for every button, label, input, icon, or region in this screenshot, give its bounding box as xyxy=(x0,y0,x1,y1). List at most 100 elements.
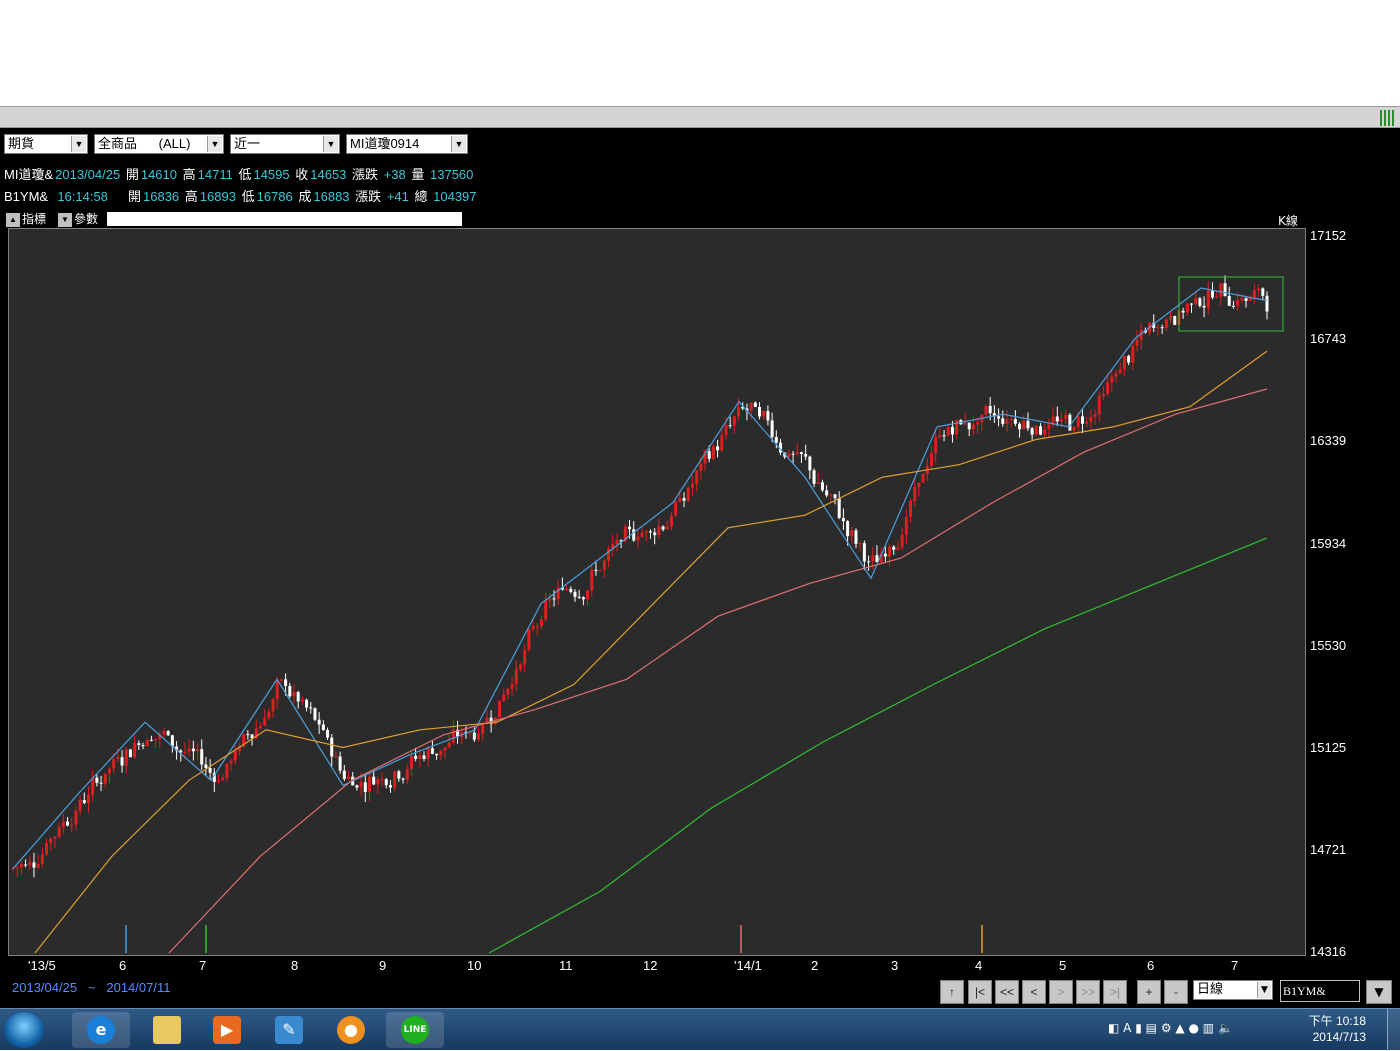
candle-body xyxy=(1169,316,1173,320)
candle-body xyxy=(112,759,116,769)
date-range: 2013/04/25 ~ 2014/07/11 xyxy=(12,980,170,995)
candle-body xyxy=(867,561,871,563)
candle-body xyxy=(816,482,820,484)
candle-body xyxy=(418,755,422,759)
quote1-date: 2013/04/25 xyxy=(55,167,121,182)
candle-body xyxy=(774,437,778,443)
symbol-input[interactable]: B1YM& xyxy=(1280,980,1360,1002)
quote1-low-label: 低 xyxy=(238,167,252,182)
candle-body xyxy=(384,779,388,786)
taskbar-line[interactable]: LINE xyxy=(386,1012,444,1048)
candle-body xyxy=(401,778,405,780)
chevron-down-icon[interactable]: ▼ xyxy=(207,136,222,152)
candle-body xyxy=(1156,327,1160,329)
contract-select[interactable]: MI道瓊0914 ▼ xyxy=(346,134,468,154)
nav-back-button[interactable]: < xyxy=(1022,980,1046,1004)
candle-body xyxy=(359,782,363,788)
candle-body xyxy=(1047,424,1051,430)
candle-body xyxy=(766,410,770,421)
candle-body xyxy=(820,482,824,491)
candle-body xyxy=(1219,283,1223,298)
candle-body xyxy=(426,748,430,759)
candle-body xyxy=(1059,419,1063,422)
chevron-down-icon[interactable]: ▼ xyxy=(71,136,86,152)
candle-body xyxy=(665,526,669,530)
candle-body xyxy=(95,777,99,783)
candle-body xyxy=(405,769,409,780)
candle-body xyxy=(1076,416,1080,428)
show-desktop-button[interactable] xyxy=(1387,1009,1400,1051)
symbol-dropdown-button[interactable]: ▼ xyxy=(1366,980,1392,1004)
candle-body xyxy=(636,536,640,541)
tray-input-icon[interactable]: ▮ xyxy=(1135,1021,1142,1035)
candle-body xyxy=(1085,421,1089,424)
indicator-button[interactable]: ▲ 指標 xyxy=(6,210,46,227)
chevron-down-icon[interactable]: ▼ xyxy=(451,136,466,152)
nav-page-back-button[interactable]: << xyxy=(995,980,1019,1004)
candle-body xyxy=(569,588,573,592)
candle-body xyxy=(732,416,736,426)
candle-body xyxy=(1101,393,1105,397)
tray-expand-icon[interactable]: ▲ xyxy=(1175,1021,1184,1035)
chevron-up-icon[interactable]: ▲ xyxy=(6,212,20,227)
nav-last-button[interactable]: >| xyxy=(1103,980,1127,1004)
zoom-in-button[interactable]: + xyxy=(1137,980,1161,1004)
tray-chat-icon[interactable]: ● xyxy=(1188,1021,1198,1035)
taskbar-explorer[interactable] xyxy=(138,1012,196,1048)
tray-volume-icon[interactable]: 🔈 xyxy=(1218,1021,1233,1035)
taskbar-app[interactable]: ✎ xyxy=(260,1012,318,1048)
tray-network-icon[interactable]: ▥ xyxy=(1203,1021,1214,1035)
tray-app-icon[interactable]: ◧ xyxy=(1108,1021,1119,1035)
product-select[interactable]: 全商品 (ALL) ▼ xyxy=(94,134,224,154)
taskbar-media[interactable]: ▶ xyxy=(198,1012,256,1048)
taskbar-browser[interactable]: ● xyxy=(322,1012,380,1048)
candle-body xyxy=(1231,305,1235,307)
tray-ime-icon[interactable]: A xyxy=(1123,1021,1131,1035)
candle-body xyxy=(837,498,841,519)
zoom-out-button[interactable]: - xyxy=(1164,980,1188,1004)
candle-body xyxy=(24,864,28,866)
tray-icons[interactable]: ◧ A ▮ ▤ ⚙ ▲ ● ▥ 🔈 xyxy=(1108,1021,1233,1035)
window-titlebar[interactable] xyxy=(0,106,1400,128)
chevron-down-icon[interactable]: ▼ xyxy=(323,136,338,152)
tray-settings-icon[interactable]: ⚙ xyxy=(1161,1021,1172,1035)
market-select[interactable]: 期貨 ▼ xyxy=(4,134,88,154)
quote2-low-label: 低 xyxy=(241,189,255,204)
nav-forward-button[interactable]: > xyxy=(1049,980,1073,1004)
candle-body xyxy=(66,821,70,826)
chevron-down-icon[interactable]: ▼ xyxy=(1257,982,1271,998)
candle-body xyxy=(644,531,648,533)
nav-first-button[interactable]: |< xyxy=(968,980,992,1004)
candle-body xyxy=(292,692,296,697)
candle-body xyxy=(1160,327,1164,329)
nav-page-forward-button[interactable]: >> xyxy=(1076,980,1100,1004)
indicator-input[interactable] xyxy=(107,212,462,226)
price-chart[interactable] xyxy=(8,228,1306,956)
candle-body xyxy=(921,474,925,483)
candle-body xyxy=(1185,303,1189,313)
candle-body xyxy=(57,827,61,837)
internet-explorer-icon: e xyxy=(87,1016,115,1044)
windows-start-icon[interactable] xyxy=(4,1012,44,1048)
quote2-volume-label: 總 xyxy=(414,189,428,204)
clock-time: 下午 10:18 xyxy=(1308,1014,1366,1028)
moving-average-line xyxy=(34,350,1268,954)
grid-icon[interactable] xyxy=(1380,110,1396,126)
period-select[interactable]: 日線 ▼ xyxy=(1193,980,1273,1000)
params-button[interactable]: ▼ 參數 xyxy=(58,210,98,227)
candle-body xyxy=(1001,418,1005,424)
taskbar-clock[interactable]: 下午 10:18 2014/7/13 xyxy=(1309,1013,1366,1045)
y-tick-label: 15934 xyxy=(1310,535,1347,551)
candle-body xyxy=(1223,283,1227,297)
candle-body xyxy=(422,755,426,759)
month-select[interactable]: 近一 ▼ xyxy=(230,134,340,154)
candle-body xyxy=(309,707,313,709)
candle-body xyxy=(514,669,518,685)
candle-body xyxy=(565,588,569,590)
candle-body xyxy=(347,776,351,779)
quote2-volume: 104397 xyxy=(433,189,477,204)
taskbar-ie[interactable]: e xyxy=(72,1012,130,1048)
tray-keyboard-icon[interactable]: ▤ xyxy=(1146,1021,1157,1035)
chevron-down-icon[interactable]: ▼ xyxy=(58,212,72,227)
nav-up-button[interactable]: ↑ xyxy=(940,980,964,1004)
